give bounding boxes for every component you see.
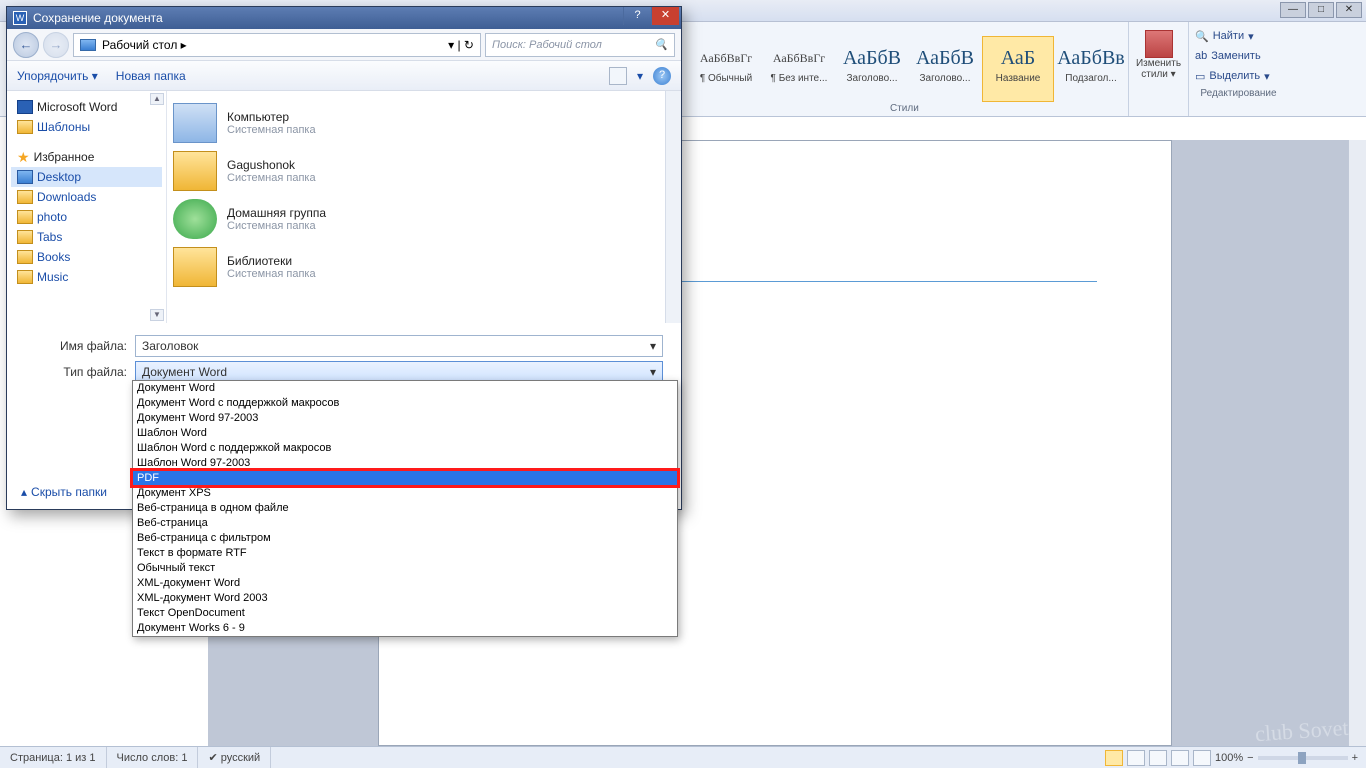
filetype-label: Тип файла: xyxy=(47,365,127,379)
tree-item[interactable]: ★Избранное xyxy=(11,147,162,167)
editing-group: 🔍Найти ▾ abЗаменить ▭Выделить ▾ Редактир… xyxy=(1188,22,1288,116)
filetype-option[interactable]: Документ Word с поддержкой макросов xyxy=(133,396,677,411)
status-bar: Страница: 1 из 1 Число слов: 1 ✔ русский… xyxy=(0,746,1366,768)
find-button[interactable]: 🔍Найти ▾ xyxy=(1195,26,1282,46)
search-icon: 🔍 xyxy=(654,38,668,51)
filename-label: Имя файла: xyxy=(47,339,127,353)
filetype-option[interactable]: Обычный текст xyxy=(133,561,677,576)
filetype-option[interactable]: Шаблон Word 97-2003 xyxy=(133,456,677,471)
list-item[interactable]: КомпьютерСистемная папка xyxy=(173,99,675,147)
dialog-close-button[interactable]: ✕ xyxy=(651,7,679,25)
status-page[interactable]: Страница: 1 из 1 xyxy=(0,747,107,768)
style-item[interactable]: АаБНазвание xyxy=(982,36,1054,102)
nav-forward-button[interactable]: → xyxy=(43,32,69,58)
view-draft[interactable] xyxy=(1193,750,1211,766)
organize-button[interactable]: Упорядочить ▾ xyxy=(17,69,98,83)
minimize-button[interactable]: — xyxy=(1280,2,1306,18)
zoom-slider[interactable] xyxy=(1258,756,1348,760)
zoom-out-button[interactable]: − xyxy=(1247,752,1253,764)
lang-icon: ✔ xyxy=(208,751,217,764)
dialog-toolbar: Упорядочить ▾ Новая папка ▾ ? xyxy=(7,61,681,91)
tree-item[interactable]: Desktop xyxy=(11,167,162,187)
list-item[interactable]: GagushonokСистемная папка xyxy=(173,147,675,195)
replace-button[interactable]: abЗаменить xyxy=(1195,46,1282,66)
list-item[interactable]: Домашняя группаСистемная папка xyxy=(173,195,675,243)
filetype-option[interactable]: Документ XPS xyxy=(133,486,677,501)
zoom-in-button[interactable]: + xyxy=(1352,752,1358,764)
select-button[interactable]: ▭Выделить ▾ xyxy=(1195,66,1282,86)
filetype-option[interactable]: Текст в формате RTF xyxy=(133,546,677,561)
tree-scroll-down[interactable]: ▼ xyxy=(150,309,164,321)
select-icon: ▭ xyxy=(1195,70,1205,83)
tree-item[interactable]: Microsoft Word xyxy=(11,97,162,117)
replace-icon: ab xyxy=(1195,50,1207,62)
view-web[interactable] xyxy=(1149,750,1167,766)
chevron-up-icon: ▴ xyxy=(21,485,27,499)
vertical-scrollbar[interactable] xyxy=(1348,140,1366,746)
filetype-option[interactable]: PDF xyxy=(133,471,677,486)
list-item[interactable]: БиблиотекиСистемная папка xyxy=(173,243,675,291)
close-button[interactable]: ✕ xyxy=(1336,2,1362,18)
editing-caption: Редактирование xyxy=(1195,88,1282,99)
style-gallery[interactable]: АаБбВвГг¶ ОбычныйАаБбВвГг¶ Без инте...Аа… xyxy=(690,22,1128,116)
styles-caption: Стили xyxy=(890,103,919,114)
filetype-option[interactable]: Текст OpenDocument xyxy=(133,606,677,621)
filetype-option[interactable]: Веб-страница в одном файле xyxy=(133,501,677,516)
chevron-down-icon: ▾ xyxy=(650,365,656,379)
view-mode-button[interactable] xyxy=(609,67,627,85)
new-folder-button[interactable]: Новая папка xyxy=(116,69,186,83)
nav-back-button[interactable]: ← xyxy=(13,32,39,58)
tree-item[interactable]: photo xyxy=(11,207,162,227)
view-reading[interactable] xyxy=(1127,750,1145,766)
word-icon: W xyxy=(13,11,27,25)
zoom-level[interactable]: 100% xyxy=(1215,752,1243,764)
window-controls: — □ ✕ xyxy=(1280,2,1362,18)
style-item[interactable]: АаБбВЗаголово... xyxy=(836,36,908,102)
dialog-help-button[interactable]: ? xyxy=(623,7,651,25)
desktop-icon xyxy=(80,39,96,51)
find-icon: 🔍 xyxy=(1195,30,1209,43)
filename-input[interactable]: Заголовок▾ xyxy=(135,335,663,357)
style-item[interactable]: АаБбВвГг¶ Без инте... xyxy=(763,36,835,102)
style-item[interactable]: АаБбВвПодзагол... xyxy=(1055,36,1127,102)
style-item[interactable]: АаБбВЗаголово... xyxy=(909,36,981,102)
change-styles-button[interactable]: Изменить стили ▾ xyxy=(1128,22,1188,116)
maximize-button[interactable]: □ xyxy=(1308,2,1334,18)
filetype-option[interactable]: XML-документ Word xyxy=(133,576,677,591)
filetype-option[interactable]: Документ Word 97-2003 xyxy=(133,411,677,426)
nav-tree[interactable]: ▲ ▼ Microsoft WordШаблоны ★ИзбранноеDeskt… xyxy=(7,91,167,323)
filetype-dropdown[interactable]: Документ WordДокумент Word с поддержкой … xyxy=(132,380,678,637)
list-scrollbar[interactable] xyxy=(665,91,681,323)
filetype-option[interactable]: Веб-страница с фильтром xyxy=(133,531,677,546)
file-list[interactable]: КомпьютерСистемная папкаGagushonokСистем… xyxy=(167,91,681,323)
tree-item[interactable]: Downloads xyxy=(11,187,162,207)
filetype-option[interactable]: Документ Works 6 - 9 xyxy=(133,621,677,636)
filetype-option[interactable]: Шаблон Word с поддержкой макросов xyxy=(133,441,677,456)
breadcrumb[interactable]: Рабочий стол ▸ ▾ | ↻ xyxy=(73,33,481,57)
dialog-title: Сохранение документа xyxy=(33,11,163,25)
dialog-nav: ← → Рабочий стол ▸ ▾ | ↻ Поиск: Рабочий … xyxy=(7,29,681,61)
filetype-option[interactable]: Шаблон Word xyxy=(133,426,677,441)
filetype-option[interactable]: Документ Word xyxy=(133,381,677,396)
tree-item[interactable]: Books xyxy=(11,247,162,267)
status-lang[interactable]: ✔ русский xyxy=(198,747,271,768)
status-words[interactable]: Число слов: 1 xyxy=(107,747,199,768)
hide-folders-button[interactable]: ▴ Скрыть папки xyxy=(21,485,107,499)
view-outline[interactable] xyxy=(1171,750,1189,766)
tree-item[interactable]: Tabs xyxy=(11,227,162,247)
dialog-titlebar[interactable]: W Сохранение документа ? ✕ xyxy=(7,7,681,29)
dialog-help-icon[interactable]: ? xyxy=(653,67,671,85)
chevron-down-icon: ▾ xyxy=(650,339,656,353)
tree-item[interactable]: Music xyxy=(11,267,162,287)
search-input[interactable]: Поиск: Рабочий стол 🔍 xyxy=(485,33,675,57)
style-item[interactable]: АаБбВвГг¶ Обычный xyxy=(690,36,762,102)
filetype-option[interactable]: Веб-страница xyxy=(133,516,677,531)
tree-scroll-up[interactable]: ▲ xyxy=(150,93,164,105)
filetype-option[interactable]: XML-документ Word 2003 xyxy=(133,591,677,606)
tree-item[interactable]: Шаблоны xyxy=(11,117,162,137)
view-print-layout[interactable] xyxy=(1105,750,1123,766)
